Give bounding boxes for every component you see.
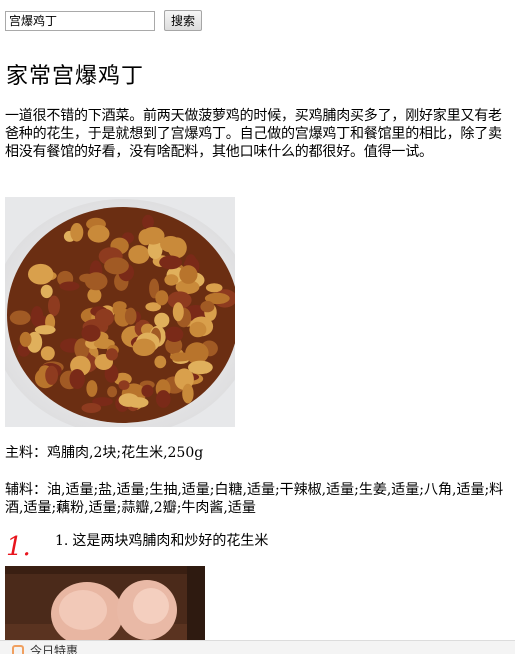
food-chunk — [105, 348, 118, 361]
search-input[interactable] — [5, 10, 155, 31]
food-chunk — [28, 263, 54, 285]
food-chunk — [112, 304, 123, 316]
food-chunk — [179, 265, 198, 284]
food-chunk — [59, 281, 80, 291]
step-text: 1. 这是两块鸡脯肉和炒好的花生米 — [55, 532, 268, 550]
food-chunk — [34, 325, 56, 335]
main-dish-photo — [5, 197, 235, 427]
food-chunk — [205, 283, 223, 293]
food-chunk — [9, 310, 31, 325]
food-chunk — [40, 346, 55, 361]
raw-chicken-image — [5, 566, 205, 641]
food-chunk — [141, 227, 165, 245]
food-chunk — [159, 255, 183, 270]
food-chunk — [185, 342, 209, 364]
food-chunk — [84, 272, 108, 291]
food-chunk — [141, 384, 154, 398]
food-chunk — [70, 223, 84, 242]
step-list-number: 1. — [55, 533, 69, 549]
food-chunk — [155, 290, 169, 306]
bottom-promo-bar[interactable]: 今日特惠 — [0, 640, 515, 654]
food-chunk — [81, 403, 102, 413]
food-chunk — [86, 380, 98, 397]
food-chunk — [156, 390, 171, 408]
food-chunk — [40, 284, 53, 299]
recipe-intro: 一道很不错的下酒菜。前两天做菠萝鸡的时候，买鸡脯肉买多了，刚好家里又有老爸种的花… — [5, 108, 502, 160]
step-description: 这是两块鸡脯肉和炒好的花生米 — [72, 533, 269, 549]
food-chunk — [30, 306, 44, 327]
food-chunk — [124, 307, 137, 325]
food-chunk — [87, 225, 110, 243]
food-chunk — [81, 324, 101, 342]
food-chunk — [188, 360, 213, 375]
food-chunk — [45, 365, 58, 385]
aux-ingredients: 辅料：油,适量;盐,适量;生抽,适量;白糖,适量;干辣椒,适量;生姜,适量;八角… — [5, 482, 504, 516]
food-chunk — [87, 288, 102, 303]
food-chunk — [128, 245, 150, 264]
food-chunk — [118, 393, 139, 407]
food-chunk — [132, 338, 156, 356]
food-chunk — [118, 380, 130, 390]
food-chunk — [19, 331, 32, 347]
kung-pao-chicken-image — [5, 197, 235, 427]
step-badge: 1. — [6, 532, 31, 562]
food-chunk — [189, 321, 207, 338]
food-chunk — [154, 312, 170, 328]
food-chunk — [172, 302, 184, 322]
main-ingredients: 主料：鸡脯肉,2块;花生米,250g — [5, 445, 204, 461]
food-chunk — [200, 300, 215, 313]
search-bar: 搜索 — [5, 10, 203, 31]
food-chunk — [69, 369, 85, 389]
food-chunk — [164, 274, 179, 286]
food-chunk — [48, 295, 60, 317]
food-chunk — [165, 326, 184, 342]
food-chunk — [95, 308, 114, 327]
food-chunk — [182, 383, 194, 404]
food-chunk — [104, 257, 129, 275]
food-chunk — [154, 355, 167, 369]
recipe-title: 家常宫爆鸡丁 — [6, 64, 145, 89]
search-button[interactable]: 搜索 — [164, 10, 203, 31]
food-chunk — [107, 386, 118, 398]
step-photo — [5, 566, 205, 641]
